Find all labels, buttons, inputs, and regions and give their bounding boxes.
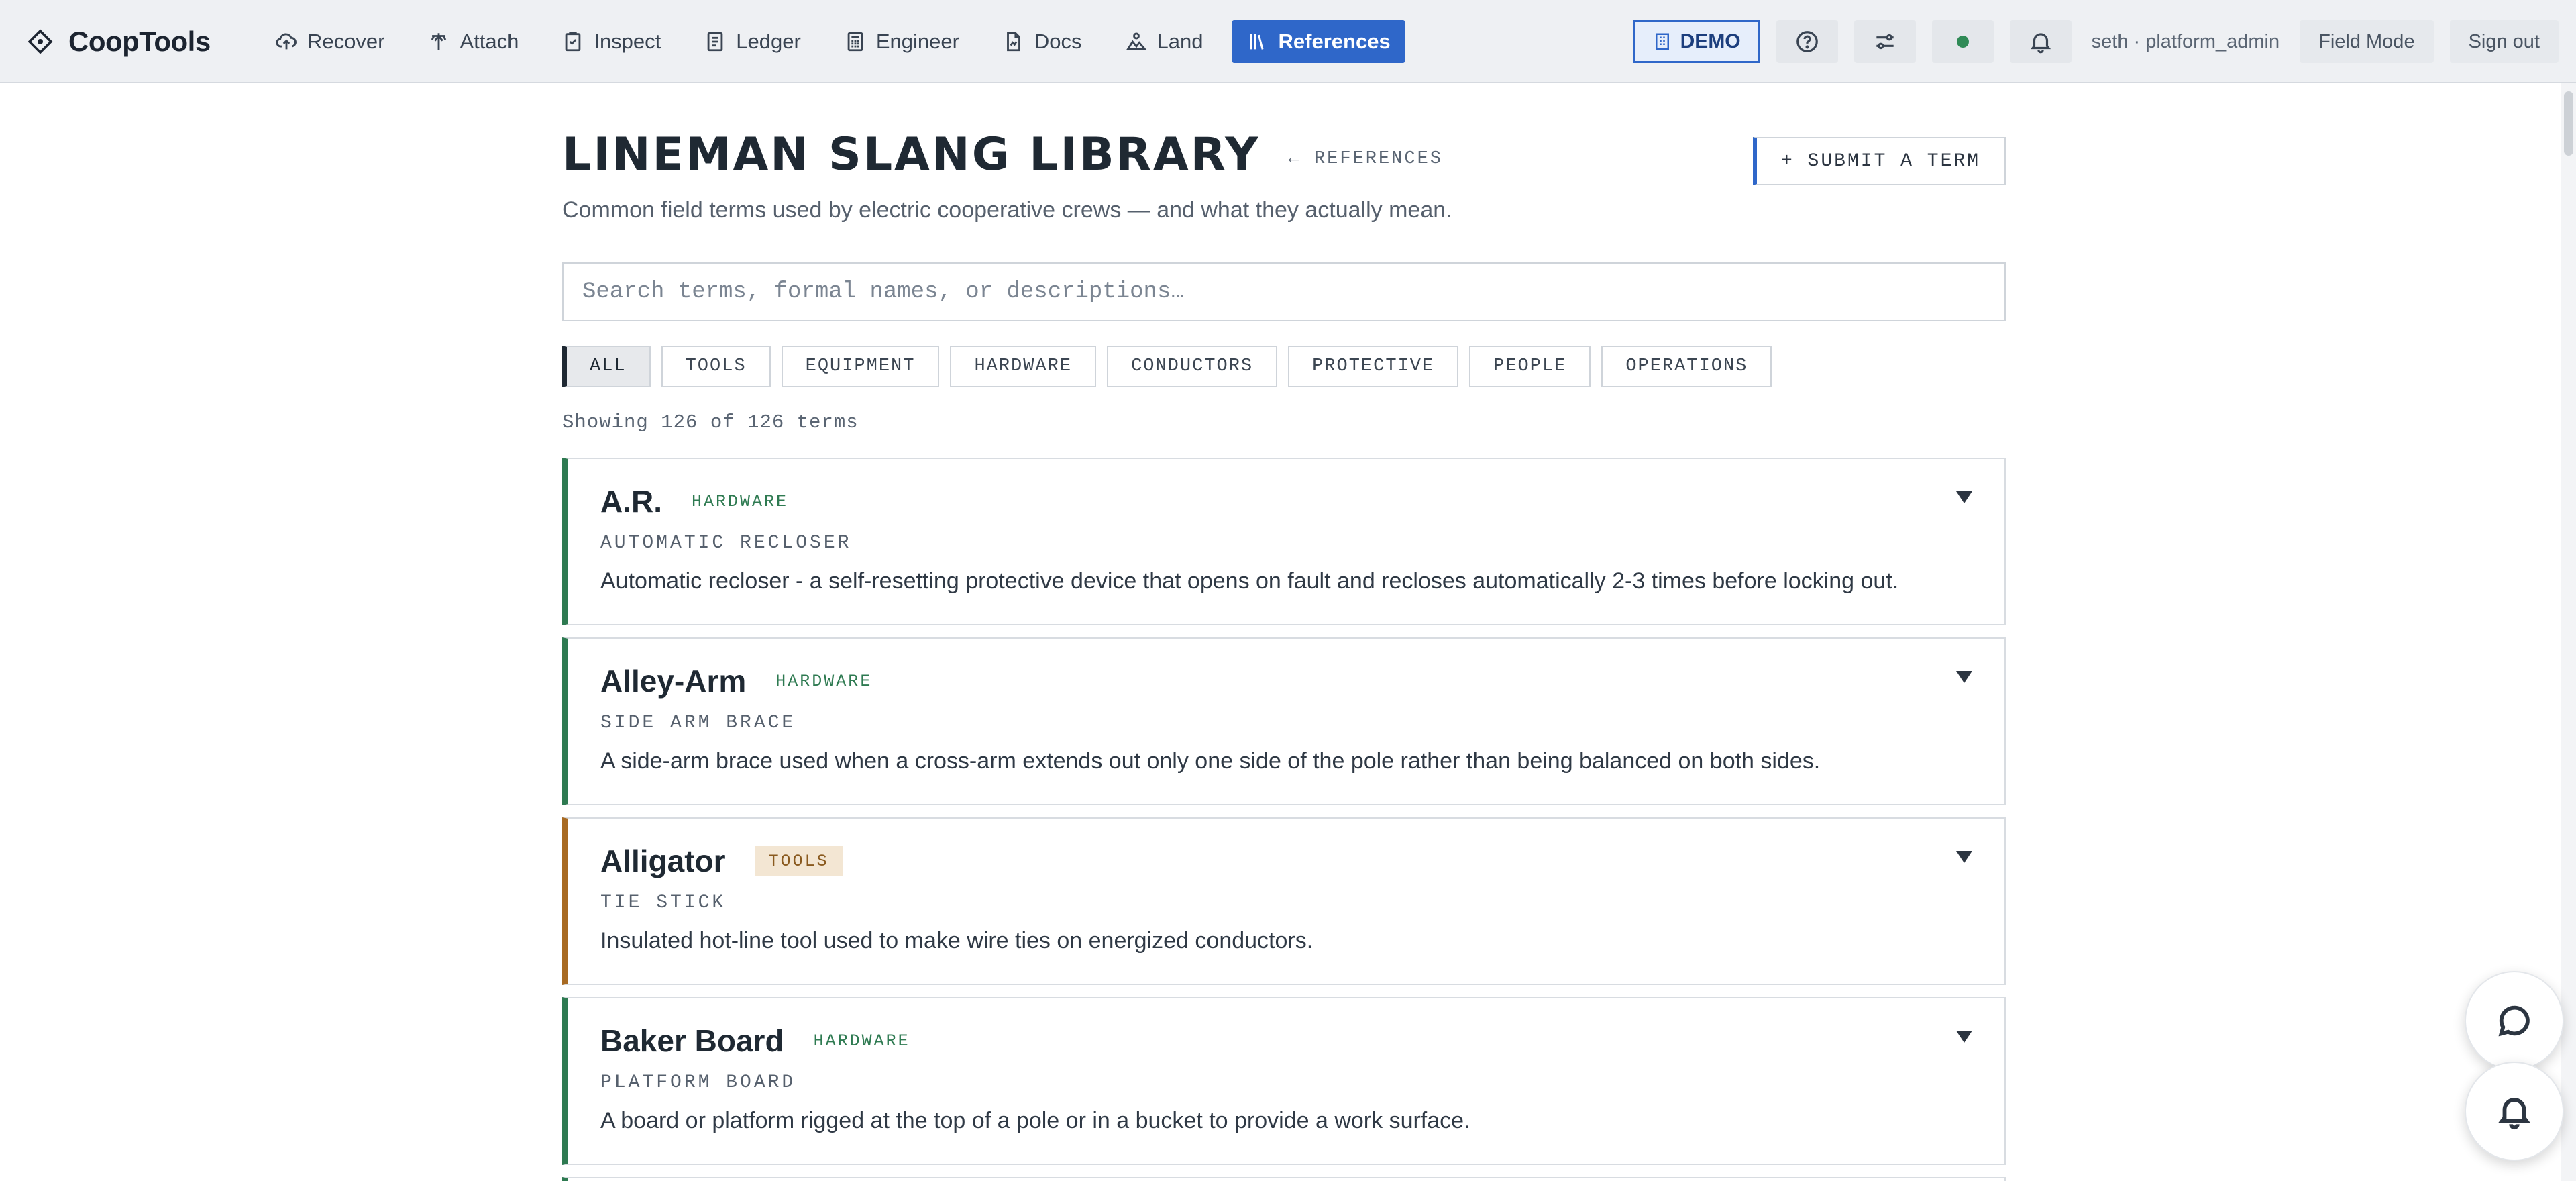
help-icon [1796, 31, 1818, 52]
nav-item-ledger[interactable]: Ledger [689, 20, 816, 63]
filter-chip-operations[interactable]: OPERATIONS [1601, 346, 1772, 387]
nav-label: Attach [460, 30, 519, 53]
sliders-icon [1876, 34, 1894, 50]
expand-caret-icon[interactable] [1956, 851, 1972, 863]
category-tag: HARDWARE [692, 491, 789, 511]
filter-chip-hardware[interactable]: HARDWARE [950, 346, 1097, 387]
nav-label: Engineer [875, 30, 959, 53]
building-icon [1655, 33, 1669, 50]
diamond-logo-icon [27, 28, 54, 55]
top-navigation-bar: CoopTools Recover Attach Inspect Ledger … [0, 0, 2576, 83]
category-tag: TOOLS [755, 845, 843, 876]
term-name: Alley-Arm [600, 664, 747, 699]
cloud-upload-icon [276, 33, 297, 50]
field-mode-button[interactable]: Field Mode [2300, 20, 2434, 63]
term-header: Baker Board HARDWARE [600, 1021, 1972, 1060]
nav-label: Inspect [594, 30, 661, 53]
term-header: A.R. HARDWARE [600, 482, 1972, 521]
header-tools: DEMO seth · platform_admin Field Mode Si… [1632, 20, 2559, 63]
category-filters: ALL TOOLS EQUIPMENT HARDWARE CONDUCTORS … [562, 346, 2006, 387]
bell-icon [2030, 33, 2051, 54]
formal-name: AUTOMATIC RECLOSER [600, 533, 852, 554]
calculator-icon [847, 32, 863, 52]
formal-name: PLATFORM BOARD [600, 1072, 796, 1093]
nav-label: Land [1157, 30, 1203, 53]
term-header: Alligator TOOLS [600, 841, 1972, 880]
term-description: Automatic recloser - a self-resetting pr… [600, 568, 1899, 594]
filter-chip-all[interactable]: ALL [562, 346, 651, 387]
term-name: A.R. [600, 484, 662, 519]
term-list: A.R. HARDWARE AUTOMATIC RECLOSER Automat… [562, 458, 2006, 1181]
scrollbar-thumb[interactable] [2564, 91, 2573, 156]
connection-status[interactable] [1931, 20, 1994, 63]
term-card[interactable]: Baker Board HARDWARE PLATFORM BOARD A bo… [562, 997, 2006, 1165]
page-subtitle: Common field terms used by electric coop… [562, 197, 1452, 223]
status-dot-icon [1956, 36, 1969, 48]
nav-item-engineer[interactable]: Engineer [829, 20, 974, 63]
term-card[interactable]: Alley-Arm HARDWARE SIDE ARM BRACE A side… [562, 637, 2006, 805]
filter-chip-protective[interactable]: PROTECTIVE [1288, 346, 1459, 387]
results-count: Showing 126 of 126 terms [562, 411, 859, 433]
term-description: A board or platform rigged at the top of… [600, 1108, 1470, 1133]
term-header: Alley-Arm HARDWARE [600, 662, 1972, 701]
sign-out-button[interactable]: Sign out [2449, 20, 2559, 63]
back-to-references-link[interactable]: ← REFERENCES [1289, 149, 1443, 169]
term-name: Alligator [600, 843, 726, 878]
brand-name: CoopTools [68, 25, 211, 57]
search-box [562, 262, 2006, 321]
pole-icon [431, 33, 447, 50]
settings-sliders-button[interactable] [1854, 20, 1916, 63]
page-title: LINEMAN SLANG LIBRARY [562, 127, 1260, 181]
demo-button[interactable]: DEMO [1632, 20, 1760, 63]
nav-item-land[interactable]: Land [1110, 20, 1218, 63]
term-card[interactable]: A.R. HARDWARE AUTOMATIC RECLOSER Automat… [562, 458, 2006, 625]
nav-item-attach[interactable]: Attach [413, 20, 533, 63]
expand-caret-icon[interactable] [1956, 1031, 1972, 1043]
submit-term-button[interactable]: + SUBMIT A TERM [1752, 137, 2006, 185]
help-button[interactable] [1776, 20, 1838, 63]
category-tag: HARDWARE [813, 1031, 910, 1051]
formal-name: TIE STICK [600, 892, 727, 913]
ledger-icon [707, 32, 723, 52]
main-content: LINEMAN SLANG LIBRARY ← REFERENCES + SUB… [562, 114, 2006, 1181]
land-icon [1126, 32, 1147, 50]
nav-label: References [1278, 30, 1391, 53]
current-user: seth · platform_admin [2091, 30, 2280, 52]
nav-item-references[interactable]: References [1231, 20, 1405, 63]
term-description: Insulated hot-line tool used to make wir… [600, 928, 1313, 954]
nav-item-recover[interactable]: Recover [260, 20, 399, 63]
nav-label: Ledger [736, 30, 801, 53]
nav-label: Recover [307, 30, 385, 53]
demo-label: DEMO [1680, 30, 1741, 52]
expand-caret-icon[interactable] [1956, 671, 1972, 683]
books-icon [1246, 30, 1269, 53]
document-icon [1006, 32, 1020, 52]
floating-notifications-button[interactable] [2465, 1062, 2564, 1161]
term-card-partial[interactable] [562, 1177, 2006, 1181]
filter-chip-conductors[interactable]: CONDUCTORS [1107, 346, 1278, 387]
formal-name: SIDE ARM BRACE [600, 713, 796, 733]
brand[interactable]: CoopTools [27, 24, 211, 59]
nav-item-inspect[interactable]: Inspect [547, 20, 676, 63]
main-nav: Recover Attach Inspect Ledger Engineer D… [260, 20, 1405, 63]
filter-chip-people[interactable]: PEOPLE [1469, 346, 1591, 387]
term-description: A side-arm brace used when a cross-arm e… [600, 748, 1821, 774]
filter-chip-tools[interactable]: TOOLS [661, 346, 771, 387]
search-input[interactable] [582, 279, 1986, 305]
nav-item-docs[interactable]: Docs [987, 20, 1097, 63]
chat-button[interactable] [2465, 971, 2564, 1070]
filter-chip-equipment[interactable]: EQUIPMENT [781, 346, 940, 387]
notifications-button[interactable] [2009, 20, 2072, 63]
title-row: LINEMAN SLANG LIBRARY ← REFERENCES + SUB… [562, 114, 2006, 195]
term-name: Baker Board [600, 1023, 784, 1058]
clipboard-icon [565, 32, 581, 52]
term-card[interactable]: Alligator TOOLS TIE STICK Insulated hot-… [562, 817, 2006, 985]
expand-caret-icon[interactable] [1956, 491, 1972, 503]
nav-label: Docs [1034, 30, 1082, 53]
chat-bubble-icon [2498, 1005, 2530, 1037]
category-tag: HARDWARE [775, 671, 873, 691]
bell-icon [2498, 1098, 2530, 1129]
